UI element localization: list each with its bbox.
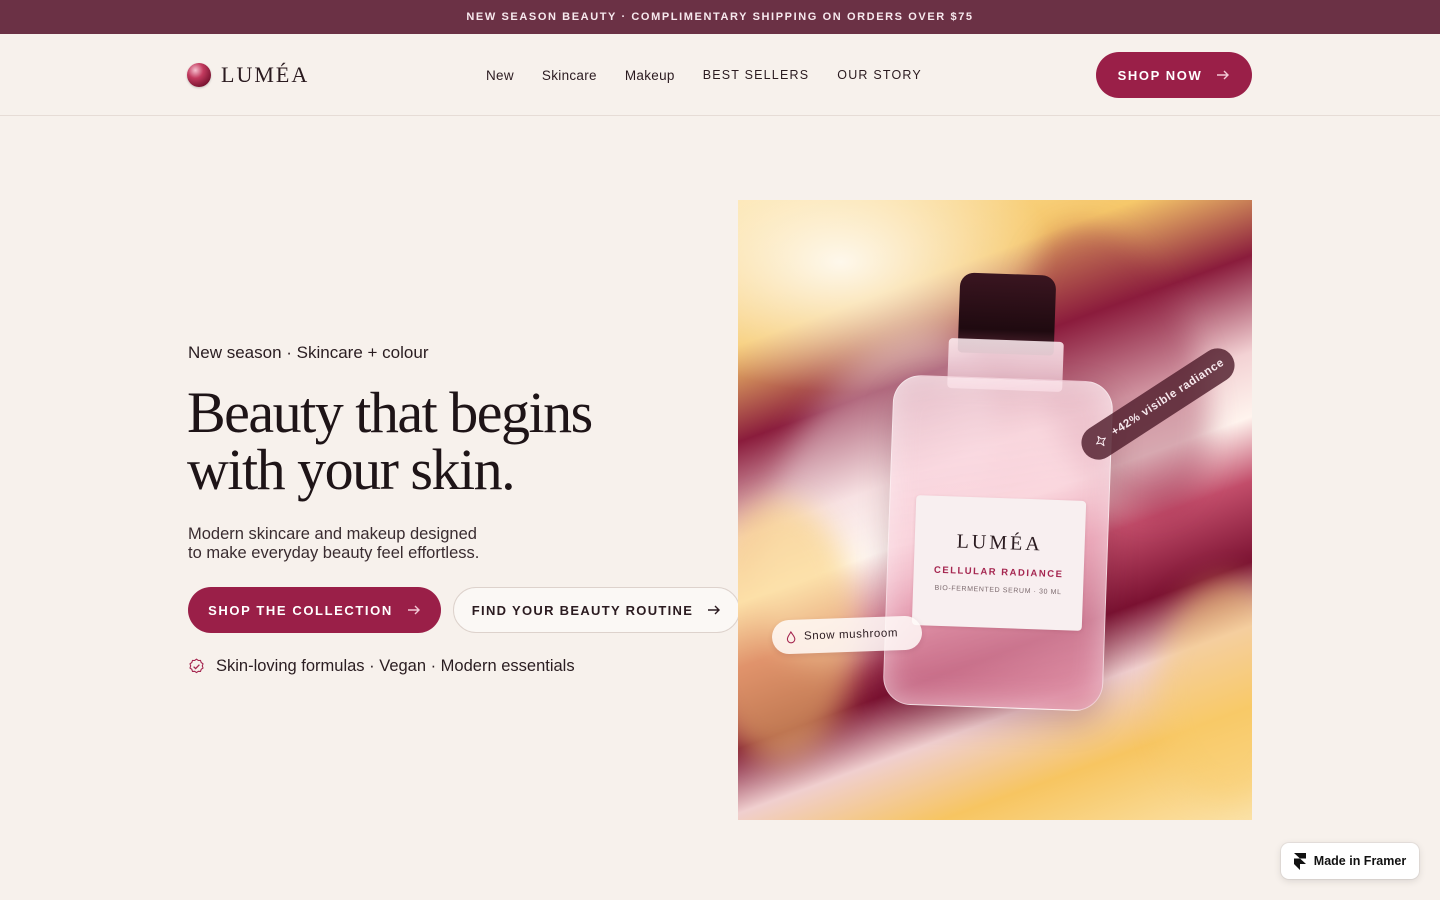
ingredient-tag: Snow mushroom	[771, 615, 923, 655]
headline-line-1: Beauty that begins	[187, 380, 593, 445]
check-badge-icon	[189, 658, 204, 673]
label-description: BIO-FERMENTED SERUM · 30 ML	[934, 584, 1062, 597]
feature-list: Skin-loving formulas · Vegan · Modern es…	[188, 656, 575, 676]
hero-headline: Beauty that begins with your skin.	[187, 384, 707, 499]
nav-item-makeup[interactable]: Makeup	[625, 68, 675, 83]
nav-item-new[interactable]: New	[486, 68, 514, 83]
announcement-bar: NEW SEASON BEAUTY · COMPLIMENTARY SHIPPI…	[0, 0, 1440, 34]
nav-item-our-story[interactable]: OUR STORY	[837, 68, 922, 82]
framer-badge-label: Made in Framer	[1313, 854, 1407, 868]
shop-collection-button[interactable]: SHOP THE COLLECTION	[188, 587, 441, 633]
main-nav: New Skincare Makeup BEST SELLERS OUR STO…	[486, 62, 922, 88]
announcement-text: NEW SEASON BEAUTY · COMPLIMENTARY SHIPPI…	[466, 11, 974, 23]
swirl-gold-right	[1158, 580, 1252, 800]
shop-now-label: SHOP NOW	[1117, 67, 1203, 83]
logo-text: LUMÉA	[221, 62, 310, 87]
arrow-right-icon	[708, 605, 721, 615]
logo-orb-icon	[187, 63, 211, 87]
sparkle-icon	[1095, 435, 1107, 447]
logo-link[interactable]: LUMÉA	[187, 62, 309, 88]
product-label: LUMÉA CELLULAR RADIANCE BIO-FERMENTED SE…	[911, 495, 1087, 631]
shop-now-button[interactable]: SHOP NOW	[1096, 52, 1252, 98]
arrow-right-icon	[407, 605, 420, 615]
subcopy-line-1: Modern skincare and makeup designed	[188, 525, 477, 543]
arrow-right-icon	[1217, 70, 1230, 80]
feature-text: Skin-loving formulas · Vegan · Modern es…	[216, 656, 575, 675]
droplet-icon	[786, 630, 796, 643]
hero-product-image: LUMÉA CELLULAR RADIANCE BIO-FERMENTED SE…	[738, 200, 1252, 820]
nav-item-skincare[interactable]: Skincare	[542, 68, 597, 83]
made-in-framer-badge[interactable]: Made in Framer	[1281, 843, 1419, 879]
ingredient-tag-text: Snow mushroom	[803, 627, 899, 643]
hero-eyebrow: New season · Skincare + colour	[188, 343, 429, 362]
framer-icon	[1293, 852, 1306, 870]
headline-line-2: with your skin.	[187, 437, 516, 502]
find-routine-label: FIND YOUR BEAUTY ROUTINE	[471, 602, 694, 618]
hero-subcopy: Modern skincare and makeup designed to m…	[188, 525, 528, 563]
site-header: LUMÉA New Skincare Makeup BEST SELLERS O…	[0, 34, 1440, 116]
shop-collection-label: SHOP THE COLLECTION	[208, 602, 393, 618]
label-brand: LUMÉA	[956, 530, 1044, 556]
label-product-name: CELLULAR RADIANCE	[933, 564, 1064, 581]
nav-item-best-sellers[interactable]: BEST SELLERS	[703, 68, 810, 82]
find-routine-button[interactable]: FIND YOUR BEAUTY ROUTINE	[453, 587, 740, 633]
subcopy-line-2: to make everyday beauty feel effortless.	[188, 544, 480, 562]
